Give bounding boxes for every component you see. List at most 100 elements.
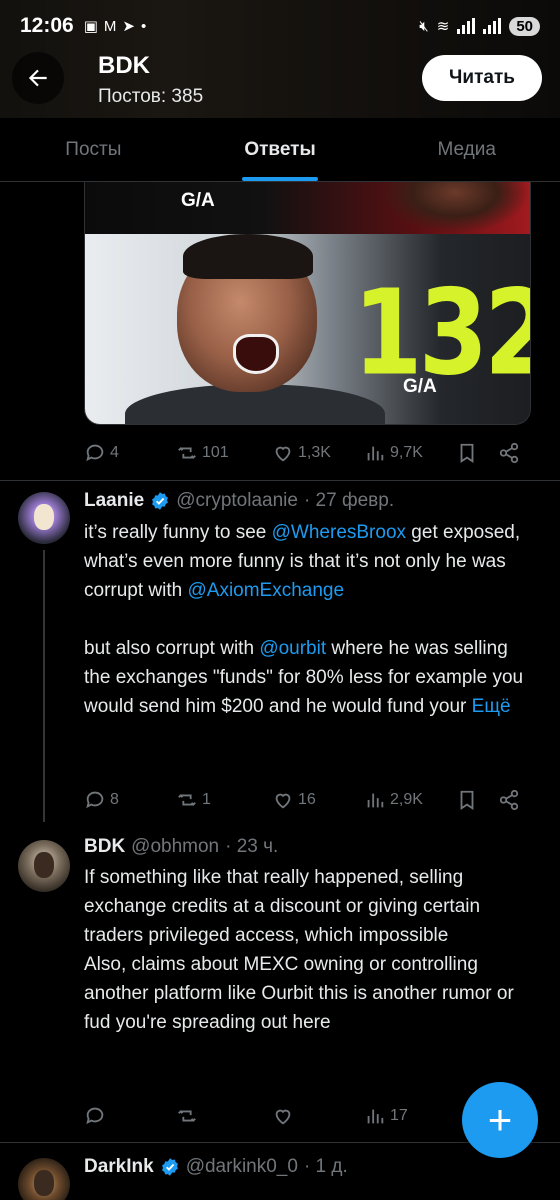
- author-name[interactable]: DarkInk: [84, 1156, 154, 1178]
- share-icon: [499, 789, 519, 811]
- tweet-divider: [0, 480, 560, 481]
- tweet-header: Laanie @cryptolaanie · 27 февр.: [84, 490, 394, 512]
- media-top-label: G/A: [181, 190, 215, 211]
- author-handle[interactable]: @obhmon: [131, 836, 219, 858]
- avatar-darkink[interactable]: [18, 1158, 70, 1200]
- tab-media[interactable]: Медиа: [373, 118, 560, 181]
- mention-link[interactable]: @AxiomExchange: [187, 580, 344, 601]
- author-name[interactable]: BDK: [84, 836, 125, 858]
- view-count: 9,7K: [390, 444, 423, 461]
- follow-button[interactable]: Читать: [422, 55, 542, 101]
- dot-icon: •: [140, 17, 147, 35]
- wifi-icon: ≋: [436, 18, 450, 35]
- tweet-paragraph-1: it’s really funny to see @WheresBroox ge…: [84, 518, 534, 605]
- reply-button[interactable]: 8: [84, 789, 176, 811]
- status-bar: 12:06 ▣ M ➤ • 🔇︎ ≋ 50: [0, 0, 560, 52]
- heart-icon: [275, 793, 291, 809]
- telegram-icon: ➤: [122, 18, 135, 35]
- like-button[interactable]: 16: [272, 789, 364, 811]
- repost-button[interactable]: 1: [176, 789, 272, 811]
- reply-icon: [86, 444, 104, 462]
- tweet-body: If something like that really happened, …: [84, 867, 514, 1033]
- like-button[interactable]: [272, 1105, 364, 1127]
- views-button[interactable]: 9,7K: [364, 442, 456, 464]
- stat-number: 132: [353, 264, 531, 403]
- views-button[interactable]: 2,9K: [364, 789, 456, 811]
- heart-icon: [275, 446, 291, 462]
- media-bottom-label: G/A: [403, 376, 437, 397]
- tweet-time: · 1 д.: [303, 1156, 348, 1177]
- reply-count: 4: [110, 444, 119, 461]
- reply-count: 8: [110, 791, 119, 808]
- repost-icon: [178, 794, 196, 806]
- compose-button[interactable]: +: [462, 1082, 538, 1158]
- like-count: 1,3K: [298, 444, 331, 461]
- tweet-header: DarkInk @darkink0_0 · 1 д.: [84, 1156, 348, 1178]
- bookmark-icon: [460, 443, 474, 463]
- mention-link[interactable]: @ourbit: [259, 638, 326, 659]
- notification-icons: ▣ M ➤ •: [83, 17, 147, 36]
- mention-link[interactable]: @WheresBroox: [272, 522, 406, 543]
- like-button[interactable]: 1,3K: [272, 442, 364, 464]
- player-hair: [183, 234, 313, 279]
- media-bottom-panel: 132 G/A: [85, 234, 531, 424]
- verified-badge-icon: [152, 492, 169, 510]
- tweet-time: · 23 ч.: [225, 836, 279, 857]
- text-segment: it’s really funny to see: [84, 522, 272, 543]
- views-icon: [367, 1109, 384, 1124]
- thread-line: [43, 550, 45, 822]
- media-icon: ▣: [83, 18, 98, 35]
- text-segment: but also corrupt with: [84, 638, 260, 659]
- tweet-actions: 4 101 1,3K 9,7K: [84, 433, 534, 473]
- view-count: 17: [390, 1107, 408, 1124]
- views-icon: [367, 446, 384, 461]
- tweet-media-image[interactable]: G/A 132 G/A: [84, 182, 531, 425]
- reply-button[interactable]: 4: [84, 442, 176, 464]
- arrow-left-icon: [28, 69, 47, 87]
- tab-posts[interactable]: Посты: [0, 118, 187, 181]
- show-more-link[interactable]: Ещё: [472, 696, 511, 717]
- avatar-bdk[interactable]: [18, 840, 70, 892]
- battery-indicator: 50: [509, 16, 540, 36]
- player-figure: [380, 182, 530, 234]
- tweet-actions: 8 1 16 2,9K: [84, 780, 534, 820]
- repost-count: 1: [202, 791, 211, 808]
- profile-tabs: Посты Ответы Медиа: [0, 118, 560, 182]
- system-icons: 🔇︎ ≋ 50: [419, 16, 540, 36]
- avatar-laanie[interactable]: [18, 492, 70, 544]
- bookmark-button[interactable]: [456, 789, 498, 811]
- player-mouth: [233, 334, 279, 374]
- tweet-body: it’s really funny to see @WheresBroox ge…: [84, 518, 534, 721]
- status-time: 12:06: [20, 14, 74, 37]
- mute-icon: 🔇︎: [419, 17, 429, 35]
- view-count: 2,9K: [390, 791, 423, 808]
- plus-icon: +: [487, 1096, 513, 1143]
- heart-icon: [275, 1109, 291, 1125]
- share-button[interactable]: [498, 442, 528, 464]
- author-handle[interactable]: @darkink0_0: [186, 1156, 298, 1178]
- author-name[interactable]: Laanie: [84, 490, 144, 512]
- repost-button[interactable]: 101: [176, 442, 272, 464]
- verified-badge-icon: [161, 1158, 178, 1176]
- bookmark-icon: [460, 790, 474, 810]
- repost-button[interactable]: [176, 1105, 272, 1127]
- bookmark-button[interactable]: [456, 442, 498, 464]
- tab-replies[interactable]: Ответы: [187, 118, 374, 181]
- share-button[interactable]: [498, 789, 528, 811]
- media-top-panel: G/A: [85, 182, 530, 234]
- author-handle[interactable]: @cryptolaanie: [176, 490, 298, 512]
- signal-icon-2: [483, 18, 502, 34]
- back-button[interactable]: [12, 52, 64, 104]
- views-icon: [367, 793, 384, 808]
- mail-icon: M: [103, 17, 117, 35]
- tweet-time: · 27 февр.: [303, 490, 395, 511]
- tweet-paragraph-2: but also corrupt with @ourbit where he w…: [84, 634, 534, 721]
- signal-icon: [457, 18, 476, 34]
- like-count: 16: [298, 791, 316, 808]
- reply-button[interactable]: [84, 1105, 176, 1127]
- share-icon: [499, 442, 519, 464]
- reply-icon: [86, 791, 104, 809]
- repost-icon: [178, 1110, 196, 1122]
- views-button[interactable]: 17: [364, 1105, 456, 1127]
